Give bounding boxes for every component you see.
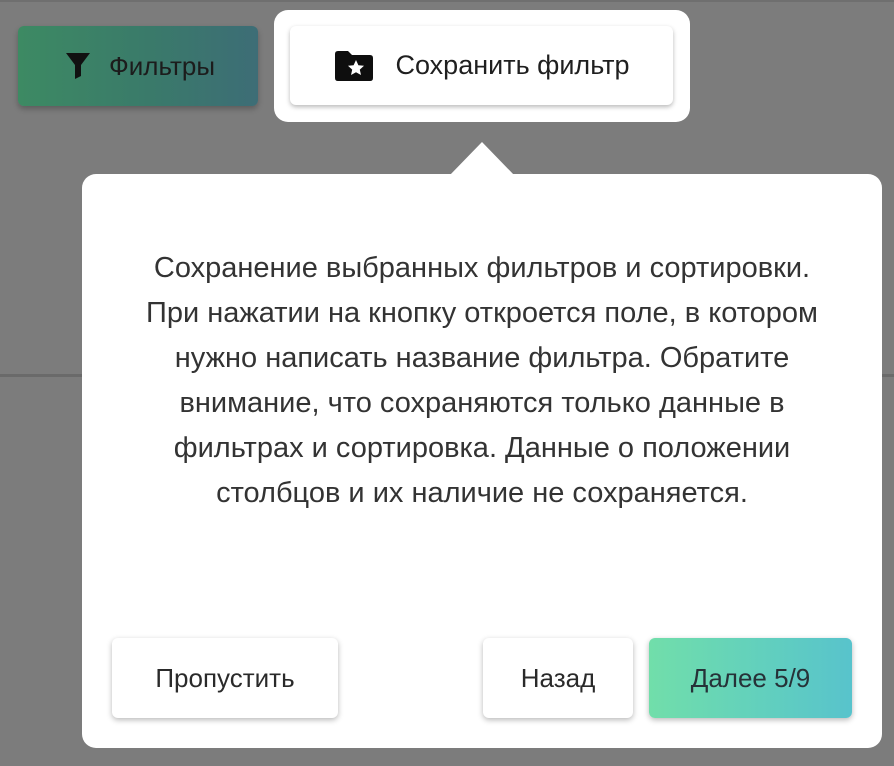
filters-button[interactable]: Фильтры xyxy=(18,26,258,106)
top-divider xyxy=(0,0,894,2)
page-overlay: Фильтры Сохранить фильтр Сохранение выбр… xyxy=(0,0,894,766)
save-filter-button-label: Сохранить фильтр xyxy=(395,50,630,80)
tooltip-description: Сохранение выбранных фильтров и сортиров… xyxy=(145,252,818,509)
back-button[interactable]: Назад xyxy=(483,638,633,718)
filters-button-label: Фильтры xyxy=(108,50,216,81)
funnel-icon xyxy=(65,52,91,80)
tooltip-arrow xyxy=(449,142,515,176)
skip-button[interactable]: Пропустить xyxy=(112,638,338,718)
save-filter-button[interactable]: Сохранить фильтр xyxy=(290,26,673,105)
folder-star-icon xyxy=(333,50,375,82)
next-button[interactable]: Далее 5/9 xyxy=(649,638,852,718)
tour-tooltip: Сохранение выбранных фильтров и сортиров… xyxy=(82,174,882,748)
